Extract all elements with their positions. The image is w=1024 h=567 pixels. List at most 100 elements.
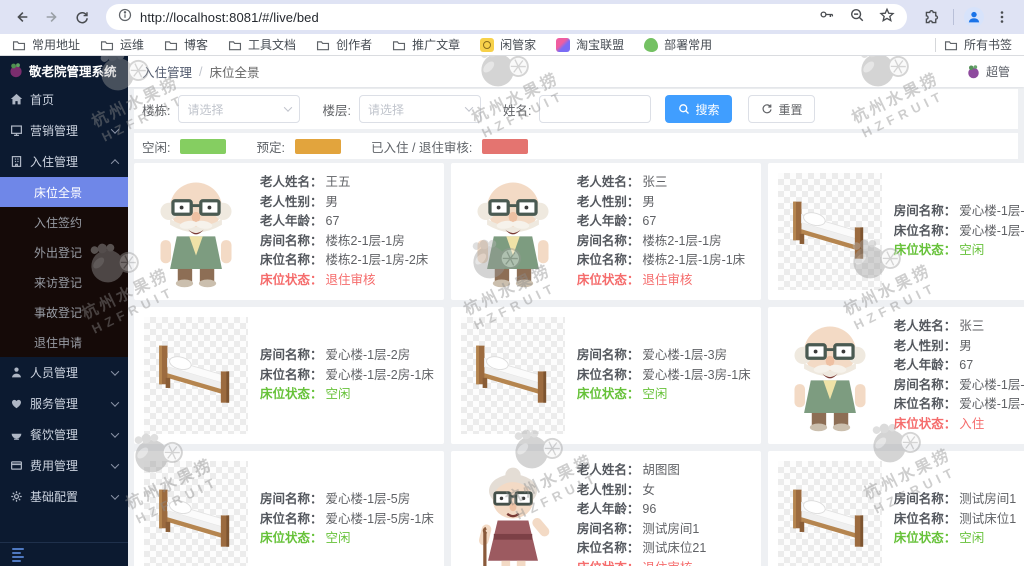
submenu-item-outing-register[interactable]: 外出登记: [0, 237, 128, 267]
folder-icon: [164, 38, 178, 52]
card-field-row: 床位名称： 爱心楼-1层-2房-1床: [260, 367, 434, 382]
card-field-row: 房间名称： 爱心楼-1层-2房: [260, 348, 411, 363]
card-info: 房间名称： 爱心楼-1层-3房 床位名称： 爱心楼-1层-3房-1床 床位状态： 空闲: [577, 317, 751, 434]
card-field-row: 床位状态： 入住: [893, 416, 985, 431]
zoom-out-icon[interactable]: [849, 7, 865, 28]
sidebar-item-people[interactable]: 人员管理: [0, 357, 128, 388]
card-field-row: 床位状态： 空闲: [576, 387, 668, 402]
bookmark-item[interactable]: 闲管家: [480, 36, 536, 53]
submenu-item-checkin-sign[interactable]: 入住签约: [0, 207, 128, 237]
reload-icon[interactable]: [70, 5, 94, 29]
all-bookmarks-button[interactable]: 所有书签: [944, 36, 1012, 53]
profile-avatar[interactable]: [964, 7, 984, 27]
bed-card[interactable]: 老人姓名： 胡图图 老人性别：女老人年龄： 96 房间名称： 测试房间1 床位名称： 测试床位…: [450, 451, 761, 566]
home-icon: [10, 93, 23, 105]
bed-card[interactable]: 房间名称： 爱心楼-1层-5房 床位名称： 爱心楼-1层-5房-1床 床位状态： 空闲: [134, 451, 444, 566]
menu-dots-icon[interactable]: [990, 5, 1014, 29]
collapse-sidebar-icon[interactable]: [12, 547, 24, 562]
site-info-icon[interactable]: [118, 8, 132, 27]
gear-icon: [11, 491, 22, 502]
building-icon: [11, 156, 22, 167]
card-field-row: 老人性别：男: [893, 338, 972, 353]
bookmark-star-icon[interactable]: [879, 7, 895, 28]
app-title: 敬老院管理系统: [29, 64, 117, 79]
bookmark-item[interactable]: 淘宝联盟: [556, 36, 624, 53]
user-menu[interactable]: 超管: [966, 63, 1010, 80]
sidebar-item-label: 餐饮管理: [30, 428, 79, 442]
bookmark-item[interactable]: 博客: [164, 36, 208, 53]
chevron-down-icon: [110, 397, 120, 407]
url-text[interactable]: http://localhost:8081/#/live/bed: [140, 10, 319, 25]
sidebar-item-settings[interactable]: 基础配置: [0, 481, 128, 512]
sidebar-item-home[interactable]: 首页: [0, 84, 128, 115]
bookmark-item[interactable]: 运维: [100, 36, 144, 53]
status-legend: 空闲: 预定: 已入住 / 退住审核:: [134, 133, 1018, 159]
bookmark-item[interactable]: 工具文档: [228, 36, 296, 53]
forward-icon[interactable]: [40, 5, 64, 29]
sidebar-item-marketing[interactable]: 营销管理: [0, 115, 128, 146]
back-icon[interactable]: [10, 5, 34, 29]
bed-card[interactable]: 老人姓名： 王五 老人性别：男老人年龄： 67 房间名称： 楼栋2-1层-1房 床位名称：楼…: [134, 163, 444, 300]
reset-button[interactable]: 重置: [748, 95, 816, 123]
name-input[interactable]: [539, 95, 652, 123]
elder-female-illustration: [461, 461, 565, 566]
bookmark-item[interactable]: 部署常用: [644, 36, 712, 53]
bed-illustration: [777, 461, 882, 566]
bed-card[interactable]: 老人姓名：张三老人性别：男老人年龄：67 房间名称：爱心楼-1层-4房床位名称：爱…: [767, 307, 1024, 444]
card-field-row: 老人姓名： 王五: [260, 175, 351, 189]
floor-select[interactable]: 请选择: [358, 95, 481, 123]
bed-card[interactable]: 房间名称：爱心楼-1层-1房床位名称：爱心楼-1层-1房-1床床位状态：空闲: [767, 163, 1024, 300]
card-field-row: 房间名称： 楼栋2-1层-1房: [576, 233, 722, 248]
bookmark-item[interactable]: 常用地址: [12, 36, 80, 53]
bookmark-item[interactable]: 创作者: [316, 36, 372, 53]
chevron-down-icon: [464, 103, 474, 112]
password-key-icon[interactable]: [818, 6, 835, 28]
card-info: 房间名称： 测试房间1 床位名称： 测试床位1 床位状态： 空闲: [894, 461, 1024, 566]
card-info: 老人姓名：张三老人性别：男老人年龄：67 房间名称：爱心楼-1层-4房床位名称：爱…: [894, 317, 1024, 434]
card-field-row: 床位名称：爱心楼-1层-4房-1床: [893, 397, 1024, 411]
breadcrumb-separator: /: [199, 64, 203, 79]
submenu-item-visit-register[interactable]: 来访登记: [0, 267, 128, 297]
card-field-row: 老人姓名： 张三: [893, 319, 985, 333]
app-green-icon: [644, 37, 659, 52]
breadcrumb-item-checkin[interactable]: 入住管理: [142, 62, 192, 81]
sidebar-item-service[interactable]: 服务管理: [0, 388, 128, 419]
card-field-row: 老人性别：女: [576, 482, 655, 497]
bed-illustration: [777, 173, 882, 290]
bed-card[interactable]: 房间名称： 测试房间1 床位名称： 测试床位1 床位状态： 空闲: [767, 451, 1024, 566]
building-select[interactable]: 请选择: [178, 95, 301, 123]
legend-item-reserved: 预定:: [256, 137, 341, 156]
chevron-down-icon: [110, 428, 120, 438]
app-window: 敬老院管理系统 首页 营销管理 入住管理 床位全景 入住签约 外出登记 来访登记: [0, 56, 1024, 566]
search-icon: [679, 104, 690, 114]
address-bar[interactable]: http://localhost:8081/#/live/bed: [106, 4, 907, 30]
submenu-item-accident-register[interactable]: 事故登记: [0, 297, 128, 327]
filter-bar: 楼栋: 请选择 楼层: 请选择 姓名: 搜索 重置: [134, 89, 1018, 129]
all-bookmarks-label: 所有书签: [963, 38, 1012, 52]
submenu-item-checkout-apply[interactable]: 退住申请: [0, 327, 128, 357]
search-button[interactable]: 搜索: [665, 95, 733, 123]
card-field-row: 床位状态： 空闲: [893, 531, 985, 546]
heart-icon: [11, 399, 22, 409]
sidebar-item-dining[interactable]: 餐饮管理: [0, 419, 128, 450]
content-area: 楼栋: 请选择 楼层: 请选择 姓名: 搜索 重置 空闲: 预定: 已入住 / …: [128, 87, 1024, 566]
card-field-row: 床位状态：退住审核: [576, 272, 693, 287]
bed-card[interactable]: 房间名称： 爱心楼-1层-2房 床位名称： 爱心楼-1层-2房-1床 床位状态： 空闲: [134, 307, 444, 444]
sidebar-item-label: 人员管理: [30, 366, 79, 380]
card-icon: [11, 461, 22, 470]
bed-card[interactable]: 老人姓名： 张三 老人性别：男老人年龄： 67 房间名称： 楼栋2-1层-1房 床位名称：楼…: [450, 163, 761, 300]
bookmark-item[interactable]: 推广文章: [392, 36, 460, 53]
sidebar-item-label: 首页: [30, 93, 55, 107]
bed-card[interactable]: 房间名称： 爱心楼-1层-3房 床位名称： 爱心楼-1层-3房-1床 床位状态： 空闲: [450, 307, 761, 444]
folder-icon: [944, 38, 958, 52]
folder-icon: [316, 38, 330, 52]
sidebar-item-fees[interactable]: 费用管理: [0, 450, 128, 481]
elder-male-illustration: [778, 317, 882, 434]
elder-male-illustration: [144, 173, 248, 290]
breadcrumb-item-bed-overview: 床位全景: [209, 66, 260, 80]
cards-grid: 老人姓名： 王五 老人性别：男老人年龄： 67 房间名称： 楼栋2-1层-1房 床位名称：楼…: [134, 163, 1024, 566]
sidebar-item-checkin[interactable]: 入住管理: [0, 146, 128, 177]
name-label: 姓名:: [502, 103, 532, 118]
extensions-icon[interactable]: [919, 5, 943, 29]
submenu-item-bed-overview[interactable]: 床位全景: [0, 177, 128, 207]
